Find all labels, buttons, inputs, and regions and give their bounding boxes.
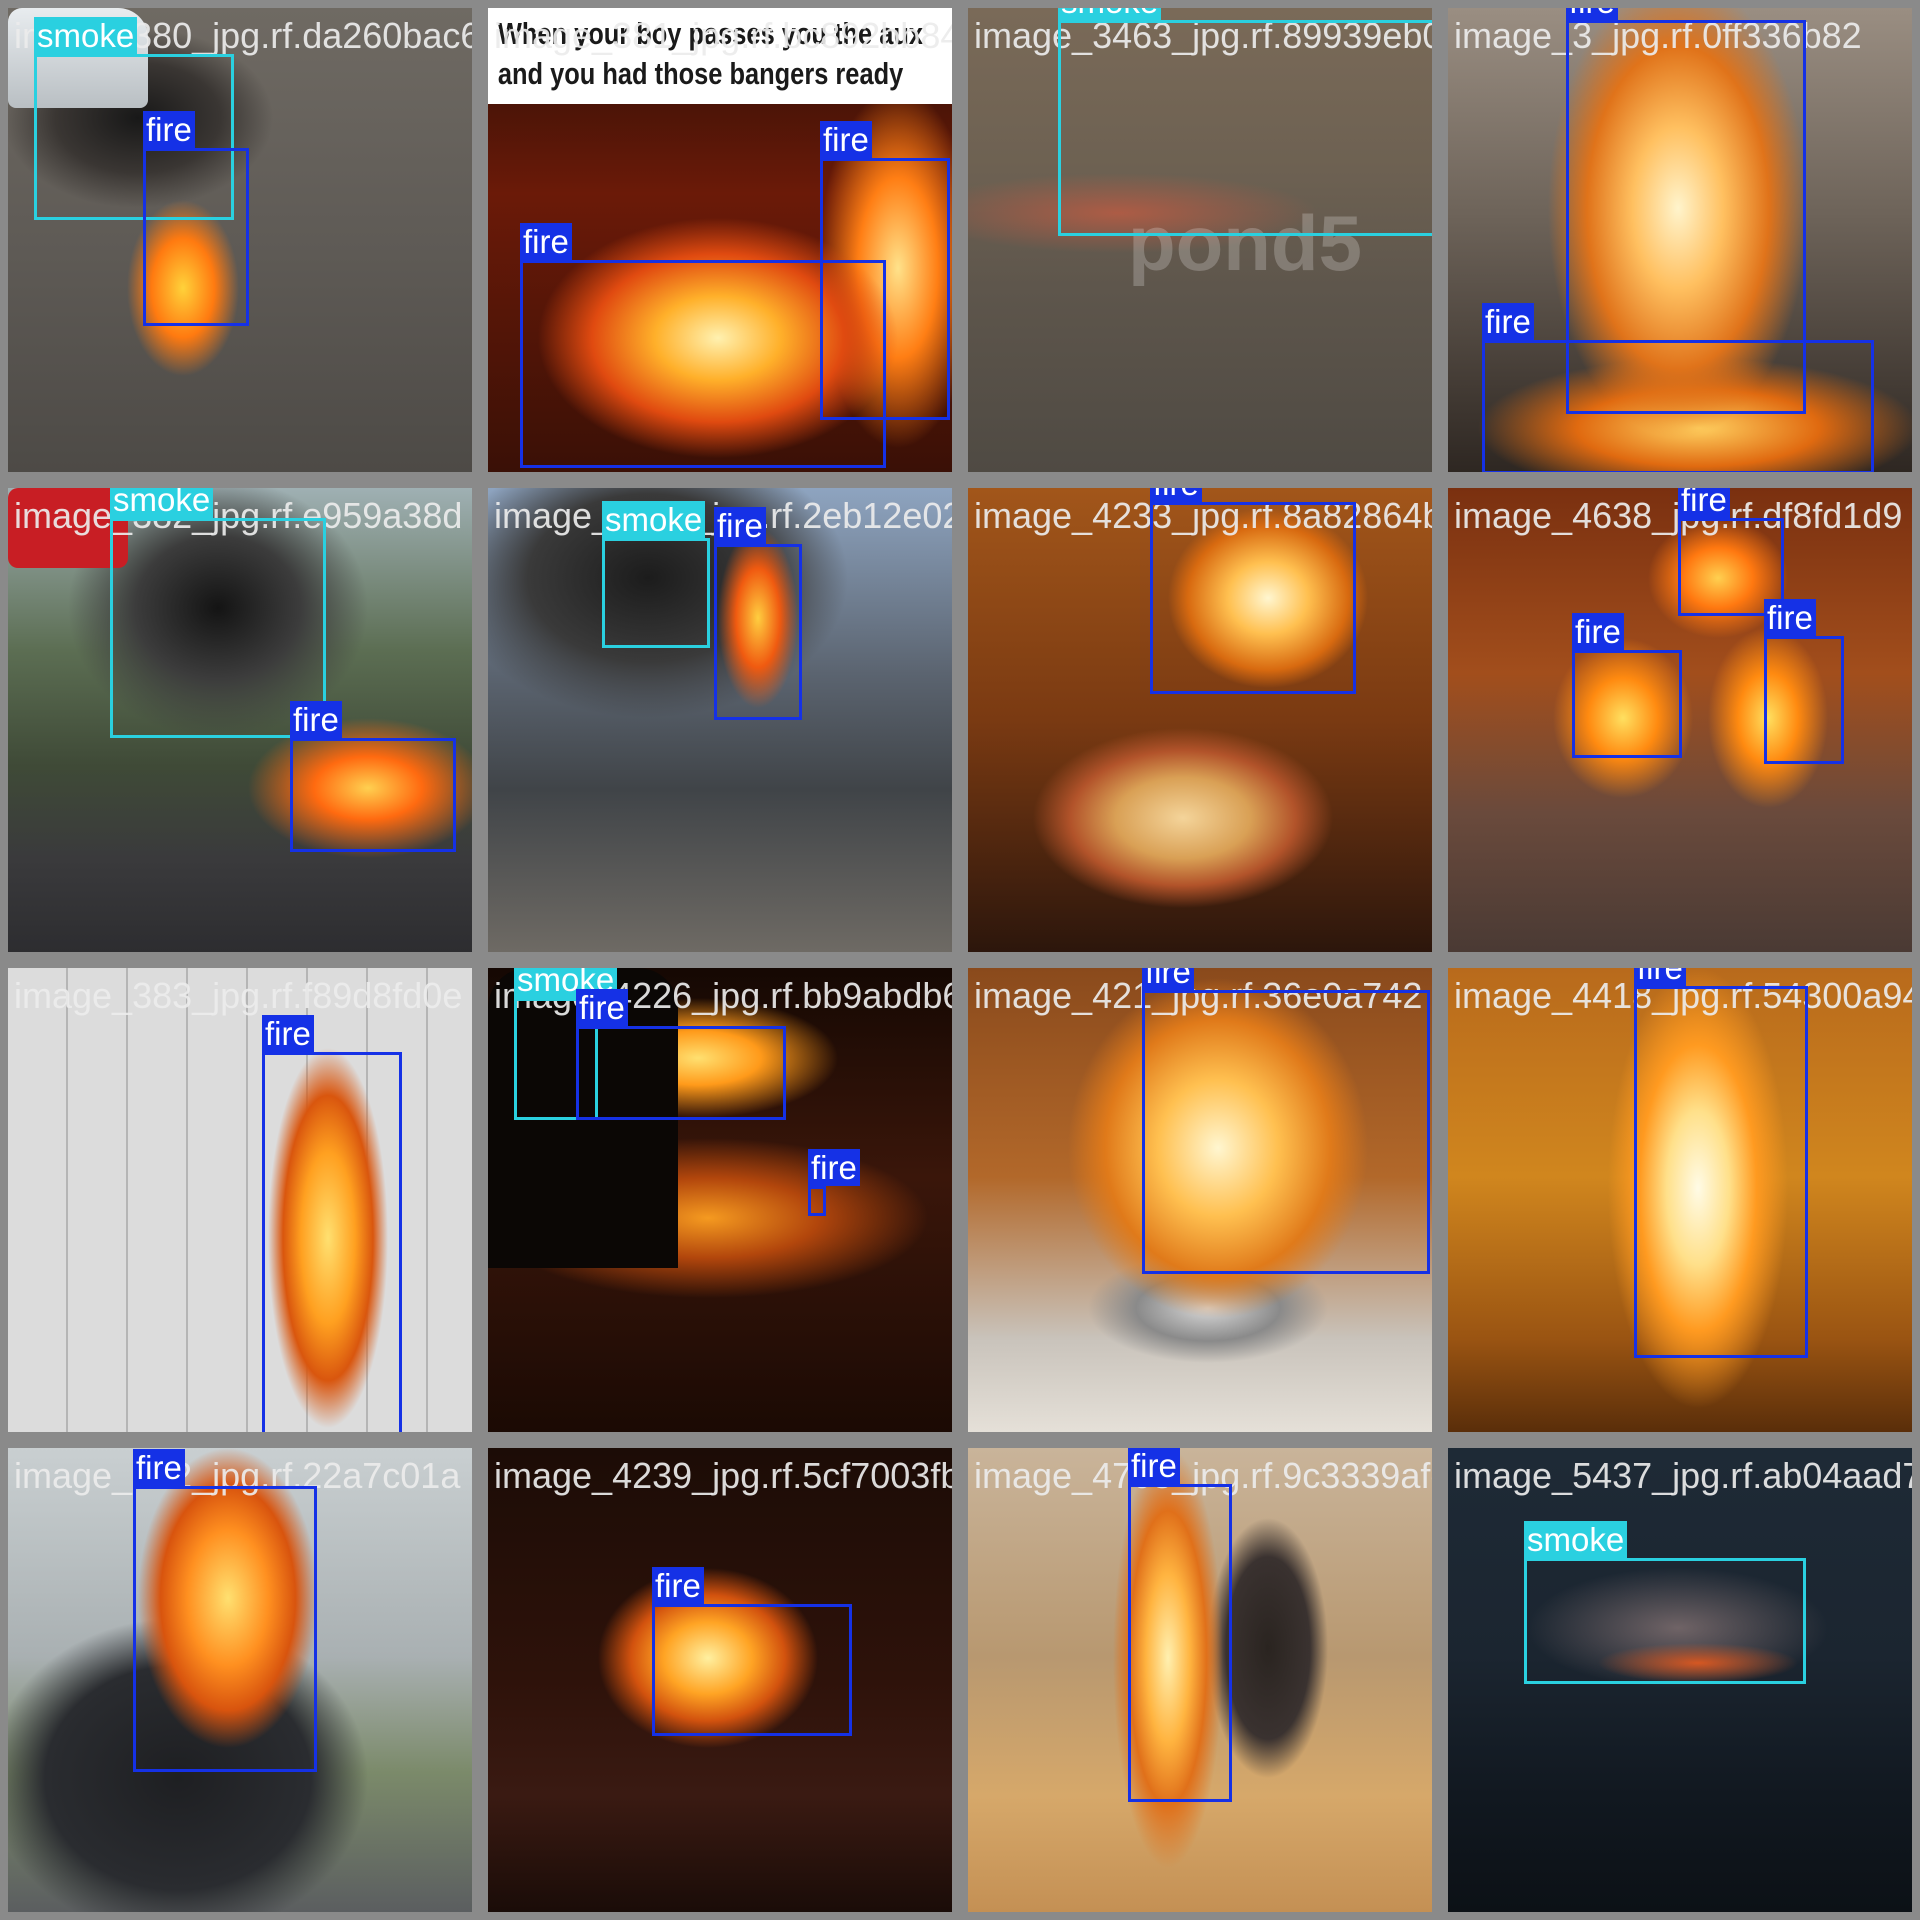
bbox-fire: fire <box>1482 303 1874 472</box>
bbox-label: fire <box>652 1567 704 1604</box>
bbox-fire: fire <box>262 1015 402 1432</box>
tile-15: image_4708_jpg.rf.9c3339afe fire <box>960 1440 1440 1920</box>
bbox-fire: fire <box>1634 968 1808 1358</box>
bbox-fire: fire <box>576 989 786 1120</box>
tile-4: image_3_jpg.rf.0ff336b82 fire fire <box>1440 0 1920 480</box>
tile-1: image_380_jpg.rf.da260bac6 smoke fire <box>0 0 480 480</box>
bbox-label: fire <box>290 701 342 738</box>
bbox-label: fire <box>1572 613 1624 650</box>
bbox-label: fire <box>133 1449 185 1486</box>
bbox-smoke: smoke <box>1524 1521 1806 1684</box>
bbox-label: fire <box>143 111 195 148</box>
filename-label: image_4239_jpg.rf.5cf7003fb <box>494 1455 960 1496</box>
bbox-fire: fire <box>520 223 886 468</box>
tile-9: image_383_jpg.rf.f89d8fd0e fire <box>0 960 480 1440</box>
detection-mosaic: image_380_jpg.rf.da260bac6 smoke fire Wh… <box>0 0 1920 1920</box>
bbox-label: smoke <box>34 17 138 54</box>
bbox-fire: fire <box>1128 1448 1232 1802</box>
tile-14: image_4239_jpg.rf.5cf7003fb fire <box>480 1440 960 1920</box>
bbox-label: fire <box>1142 968 1194 990</box>
bbox-fire: fire <box>290 701 456 852</box>
bbox-label: smoke <box>602 501 706 538</box>
filename-label: image_383_jpg.rf.f89d8fd0e <box>14 975 463 1016</box>
tile-11: image_421_jpg.rf.36e0a742 fire <box>960 960 1440 1440</box>
bbox-label: fire <box>262 1015 314 1052</box>
bbox-label: fire <box>1150 488 1202 502</box>
scene-wall-flames <box>8 968 472 1432</box>
bbox-fire: fire <box>143 111 249 326</box>
bbox-label: fire <box>714 507 766 544</box>
tile-12: image_4418_jpg.rf.54300a94 fire <box>1440 960 1920 1440</box>
tile-8: image_4638_jpg.rf.df8fd1d9 fire fire fir… <box>1440 480 1920 960</box>
bbox-fire: fire <box>133 1449 317 1772</box>
bbox-label: smoke <box>1058 8 1162 20</box>
bbox-label: fire <box>576 989 628 1026</box>
bbox-fire: fire <box>1764 599 1844 764</box>
bbox-label: fire <box>1482 303 1534 340</box>
bbox-fire: fire <box>1142 968 1430 1274</box>
bbox-label: smoke <box>110 488 214 518</box>
bbox-label: fire <box>1764 599 1816 636</box>
filename-label: image_381_jpg.rf.bc892bb840 <box>494 15 960 56</box>
tile-13: image_392_jpg.rf.22a7c01a fire <box>0 1440 480 1920</box>
tile-16: image_5437_jpg.rf.ab04aad7 smoke <box>1440 1440 1920 1920</box>
bbox-label: fire <box>1634 968 1686 986</box>
bbox-smoke: smoke <box>602 501 710 648</box>
filename-label: image_5437_jpg.rf.ab04aad7 <box>1454 1455 1920 1496</box>
tile-3: pond5 image_3463_jpg.rf.89939eb05 smoke <box>960 0 1440 480</box>
bbox-smoke: smoke <box>1058 8 1432 236</box>
bbox-label: fire <box>1128 1448 1180 1484</box>
bbox-fire: fire <box>1572 613 1682 758</box>
bbox-label: fire <box>1566 8 1618 20</box>
tile-10: image_4226_jpg.rf.bb9abdb6 smoke fire fi… <box>480 960 960 1440</box>
bbox-fire: fire <box>808 1149 860 1216</box>
bbox-label: fire <box>820 121 872 158</box>
bbox-label: fire <box>520 223 572 260</box>
tile-5: image_382_jpg.rf.e959a38d smoke fire <box>0 480 480 960</box>
bbox-label: smoke <box>1524 1521 1628 1558</box>
bbox-label: fire <box>1678 488 1730 518</box>
bbox-fire: fire <box>652 1567 852 1736</box>
bbox-label: fire <box>808 1149 860 1186</box>
tile-6: image_1903_jpg.rf.2eb12e02 smoke fire <box>480 480 960 960</box>
tile-2: When your boy passes you the aux and you… <box>480 0 960 480</box>
bbox-fire: fire <box>1150 488 1356 694</box>
tile-7: image_4233_jpg.rf.8a82864b fire <box>960 480 1440 960</box>
bbox-fire: fire <box>714 507 802 720</box>
